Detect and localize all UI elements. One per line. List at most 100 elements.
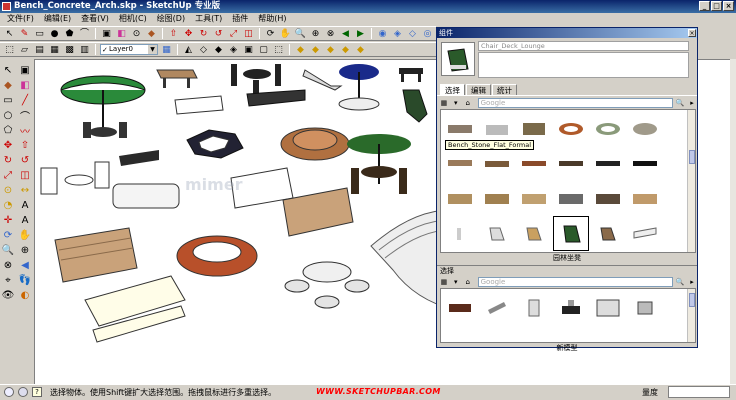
- credits-icon[interactable]: [18, 387, 28, 397]
- push-pull-icon[interactable]: ⇧: [167, 28, 180, 40]
- component-thumb[interactable]: [517, 291, 551, 324]
- drape-icon[interactable]: ◆: [339, 44, 352, 56]
- component-thumb[interactable]: [628, 291, 662, 324]
- secondary-grid-scrollbar[interactable]: [687, 289, 695, 342]
- component-icon[interactable]: ▣: [17, 63, 33, 77]
- tab-edit[interactable]: 编辑: [466, 84, 491, 95]
- close-button[interactable]: ×: [723, 1, 734, 11]
- pencil-icon[interactable]: ✎: [18, 28, 31, 40]
- scale-icon[interactable]: ⤢: [0, 168, 16, 182]
- component-thumb[interactable]: [480, 217, 514, 250]
- minimize-button[interactable]: _: [699, 1, 710, 11]
- section-plane-icon[interactable]: ◐: [17, 288, 33, 302]
- details-icon[interactable]: ▸: [687, 277, 697, 287]
- component-thumb[interactable]: [517, 217, 551, 250]
- follow-me-icon[interactable]: ↺: [212, 28, 225, 40]
- offset-icon[interactable]: ◫: [242, 28, 255, 40]
- tape-icon[interactable]: ⊙: [0, 183, 16, 197]
- rotate-icon[interactable]: ↻: [0, 153, 16, 167]
- hidden-line-icon[interactable]: ▤: [33, 44, 46, 56]
- shaded-icon[interactable]: ▦: [48, 44, 61, 56]
- paint-bucket-icon[interactable]: ◆: [145, 28, 158, 40]
- share-model-icon[interactable]: ◈: [391, 28, 404, 40]
- measurements-input[interactable]: [668, 386, 730, 398]
- details-icon[interactable]: ▸: [687, 98, 697, 108]
- previous-icon[interactable]: ◀: [17, 258, 33, 272]
- get-models-icon[interactable]: ◉: [376, 28, 389, 40]
- component-thumb[interactable]: [443, 182, 477, 215]
- menu-camera[interactable]: 相机(C): [114, 13, 152, 25]
- circle-icon[interactable]: ○: [0, 108, 16, 122]
- component-thumb[interactable]: [628, 147, 662, 180]
- chevron-down-icon[interactable]: ▾: [451, 277, 461, 287]
- left-view-icon[interactable]: ▢: [257, 44, 270, 56]
- circle-icon[interactable]: ●: [48, 28, 61, 40]
- erase-icon[interactable]: ◧: [17, 78, 33, 92]
- components-grid-scrollbar[interactable]: [687, 110, 695, 252]
- sandbox-from-scratch-icon[interactable]: ◆: [309, 44, 322, 56]
- next-view-icon[interactable]: ▶: [354, 28, 367, 40]
- layer-select[interactable]: ✓ Layer0 ▼: [100, 44, 158, 55]
- menu-plugins[interactable]: 插件: [227, 13, 253, 25]
- rectangle-icon[interactable]: ▭: [0, 93, 16, 107]
- polygon-icon[interactable]: ⬠: [0, 123, 16, 137]
- bottom-view-icon[interactable]: ⬚: [272, 44, 285, 56]
- component-thumb[interactable]: [443, 217, 477, 250]
- orbit-icon[interactable]: ⟳: [0, 228, 16, 242]
- view-options-icon[interactable]: ▦: [439, 98, 449, 108]
- maximize-button[interactable]: □: [711, 1, 722, 11]
- chevron-down-icon[interactable]: ▼: [148, 45, 157, 54]
- help-icon[interactable]: ?: [32, 387, 42, 397]
- wireframe-icon[interactable]: ▱: [18, 44, 31, 56]
- paint-icon[interactable]: ◆: [0, 78, 16, 92]
- component-description-field[interactable]: [478, 52, 689, 78]
- arc-icon[interactable]: ⌒: [17, 108, 33, 123]
- chevron-down-icon[interactable]: ▾: [451, 98, 461, 108]
- component-thumb[interactable]: [443, 147, 477, 180]
- menu-file[interactable]: 文件(F): [2, 13, 39, 25]
- rotate-icon[interactable]: ↻: [197, 28, 210, 40]
- layer-manager-icon[interactable]: ▦: [160, 44, 173, 56]
- polygon-icon[interactable]: ⬟: [63, 28, 76, 40]
- component-thumb[interactable]: [591, 217, 625, 250]
- component-thumb[interactable]: [480, 147, 514, 180]
- component-thumb[interactable]: [517, 147, 551, 180]
- components-search-input[interactable]: Google: [477, 97, 674, 108]
- line-icon[interactable]: ╱: [17, 93, 33, 107]
- pan-icon[interactable]: ✋: [279, 28, 292, 40]
- search-icon[interactable]: 🔍: [675, 98, 685, 108]
- front-view-icon[interactable]: ◆: [212, 44, 225, 56]
- right-view-icon[interactable]: ◈: [227, 44, 240, 56]
- component-thumb[interactable]: [554, 291, 588, 324]
- home-icon[interactable]: ⌂: [463, 277, 473, 287]
- freehand-icon[interactable]: 〰: [17, 123, 33, 138]
- 3d-text-icon[interactable]: A: [17, 213, 33, 227]
- add-detail-icon[interactable]: ◆: [354, 44, 367, 56]
- select-icon[interactable]: ↖: [0, 63, 16, 77]
- scale-icon[interactable]: ⤢: [227, 28, 240, 40]
- move-icon[interactable]: ✥: [0, 138, 16, 152]
- protractor-icon[interactable]: ◔: [0, 198, 16, 212]
- select-tool-icon[interactable]: ↖: [3, 28, 16, 40]
- eraser-icon[interactable]: ◧: [115, 28, 128, 40]
- component-thumb[interactable]: [443, 291, 477, 324]
- search-icon[interactable]: 🔍: [675, 277, 685, 287]
- monochrome-icon[interactable]: ▥: [78, 44, 91, 56]
- component-thumb[interactable]: [517, 182, 551, 215]
- tab-select[interactable]: 选择: [440, 84, 465, 95]
- component-thumb[interactable]: [480, 291, 514, 324]
- component-thumb[interactable]: [628, 112, 662, 145]
- zoom-icon[interactable]: 🔍: [294, 28, 307, 40]
- look-around-icon[interactable]: 👁: [0, 288, 16, 302]
- component-thumb[interactable]: [480, 182, 514, 215]
- zoom-window-icon[interactable]: ⊕: [17, 243, 33, 257]
- component-thumb[interactable]: [628, 217, 662, 250]
- component-thumb[interactable]: [591, 147, 625, 180]
- sandbox-icon[interactable]: ◆: [294, 44, 307, 56]
- zoom-extents-icon[interactable]: ⊗: [0, 258, 16, 272]
- menu-edit[interactable]: 编辑(E): [39, 13, 76, 25]
- component-thumb[interactable]: [591, 291, 625, 324]
- component-thumb[interactable]: [591, 112, 625, 145]
- google-earth-icon[interactable]: ◎: [421, 28, 434, 40]
- canvas-scrollbar[interactable]: [730, 59, 736, 384]
